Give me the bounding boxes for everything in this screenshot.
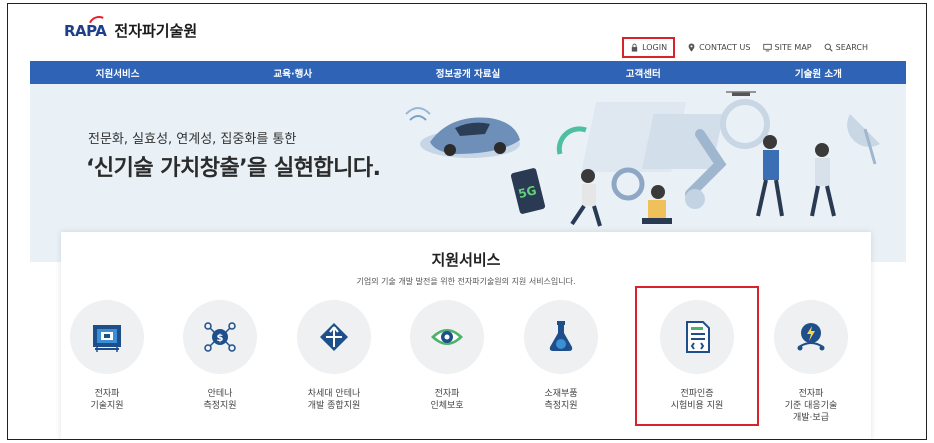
service-circle xyxy=(774,300,848,374)
monitor-icon xyxy=(762,43,772,52)
service-label: 전자파 인체보호 xyxy=(430,389,464,411)
services-card: 지원서비스 기업의 기술 개발 발전을 위한 전자파기술원의 지원 서비스입니다… xyxy=(61,232,871,439)
service-emf-tech-support[interactable]: 전자파 기술지원 xyxy=(61,300,153,412)
service-next-gen-antenna[interactable]: 차세대 안테나 개발 종합지원 xyxy=(288,300,380,412)
search-label: SEARCH xyxy=(835,43,868,52)
highlight-box xyxy=(635,286,759,426)
lock-icon xyxy=(631,43,638,52)
hero-subtitle: 전문화, 실효성, 연계성, 집중화를 통한 xyxy=(88,132,297,147)
service-circle xyxy=(70,300,144,374)
services-title: 지원서비스 xyxy=(431,251,501,269)
nav-item-info[interactable]: 정보공개 자료실 xyxy=(380,61,555,84)
map-pin-icon xyxy=(688,43,695,52)
search-icon xyxy=(824,43,833,52)
nav-item-about[interactable]: 기술원 소개 xyxy=(731,61,906,84)
nav-item-education[interactable]: 교육·행사 xyxy=(205,61,380,84)
nav-item-services[interactable]: 지원서비스 xyxy=(30,61,205,84)
flask-icon xyxy=(549,321,573,351)
service-materials-measurement[interactable]: 소재부품 측정지원 xyxy=(515,300,607,412)
sitemap-label: SITE MAP xyxy=(774,43,812,52)
search-link[interactable]: SEARCH xyxy=(824,43,868,52)
main-nav: 지원서비스 교육·행사 정보공개 자료실 고객센터 기술원 소개 xyxy=(30,61,906,84)
browser-frame: RAPA 전자파기술원 LOGIN CONTACT US SITE MAP SE… xyxy=(7,3,927,440)
lightning-globe-icon xyxy=(797,323,825,351)
service-label: 안테나 측정지원 xyxy=(203,389,237,411)
site-header: RAPA 전자파기술원 LOGIN CONTACT US SITE MAP SE… xyxy=(8,4,926,60)
hero-title: ‘신기술 가치창출’을 실현합니다. xyxy=(86,156,381,181)
service-label: 전자파 기준 대응기술 개발·보급 xyxy=(784,389,838,423)
login-label: LOGIN xyxy=(642,43,668,52)
contact-label: CONTACT US xyxy=(699,43,751,52)
eye-icon xyxy=(431,329,463,345)
service-circle xyxy=(524,300,598,374)
site-logo[interactable]: RAPA 전자파기술원 xyxy=(64,12,198,41)
service-circle: $ xyxy=(183,300,257,374)
sitemap-link[interactable]: SITE MAP xyxy=(762,43,812,52)
direction-arrows-icon xyxy=(320,323,348,351)
service-label: 전자파 기술지원 xyxy=(90,389,124,411)
service-emf-standards-tech[interactable]: 전자파 기준 대응기술 개발·보급 xyxy=(765,300,857,424)
utility-menu: LOGIN CONTACT US SITE MAP SEARCH xyxy=(622,37,868,58)
circuit-board-icon xyxy=(93,325,121,352)
service-circle xyxy=(297,300,371,374)
logo-name: 전자파기술원 xyxy=(114,22,198,40)
contact-link[interactable]: CONTACT US xyxy=(687,43,751,52)
service-label: 차세대 안테나 개발 종합지원 xyxy=(307,389,361,411)
service-circle xyxy=(410,300,484,374)
nav-item-support[interactable]: 고객센터 xyxy=(556,61,731,84)
service-emf-human-protection[interactable]: 전자파 인체보호 xyxy=(401,300,493,412)
logo-mark: RAPA xyxy=(64,12,114,41)
antenna-network-icon: $ xyxy=(204,322,236,352)
service-label: 소재부품 측정지원 xyxy=(544,389,578,411)
svg-text:$: $ xyxy=(217,333,224,344)
login-link[interactable]: LOGIN xyxy=(622,37,676,58)
service-antenna-measurement[interactable]: $ 안테나 측정지원 xyxy=(174,300,266,412)
